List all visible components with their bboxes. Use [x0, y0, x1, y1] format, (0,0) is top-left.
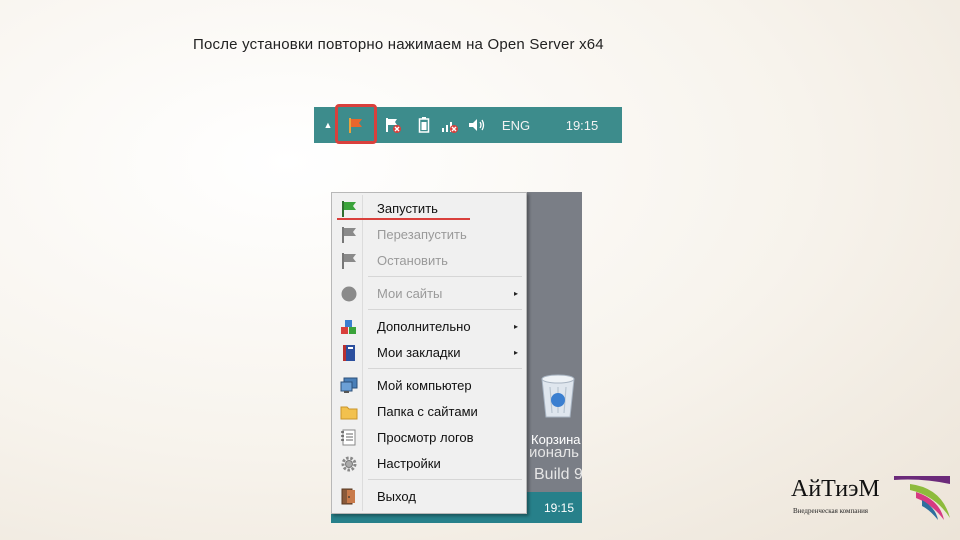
submenu-arrow-icon: ▸	[513, 288, 518, 298]
context-menu-screenshot: иональ Корзина Build 9 19:15 Запустить П…	[331, 192, 582, 523]
menu-item-label: Выход	[377, 488, 416, 504]
build-text: Build 9	[534, 466, 582, 483]
battery-icon[interactable]	[415, 107, 433, 143]
submenu-arrow-icon: ▸	[513, 321, 518, 331]
menu-item-my-computer[interactable]: Мой компьютер	[334, 373, 524, 397]
menu-item-label: Дополнительно	[377, 318, 471, 334]
menu-item-my-sites[interactable]: Мои сайты ▸	[334, 281, 524, 305]
menu-item-settings[interactable]: Настройки	[334, 451, 524, 475]
clock[interactable]: 19:15	[562, 107, 602, 143]
gear-icon	[341, 456, 357, 472]
menu-item-label: Остановить	[377, 252, 448, 268]
logo-mark-icon	[894, 476, 950, 520]
menu-item-label: Запустить	[377, 200, 438, 216]
menu-item-label: Перезапустить	[377, 226, 467, 242]
slide-title: После установки повторно нажимаем на Ope…	[193, 36, 604, 53]
book-icon	[343, 345, 355, 361]
language-indicator[interactable]: ENG	[499, 107, 533, 143]
green-flag-icon	[342, 201, 356, 217]
menu-separator	[368, 479, 522, 480]
menu-item-bookmarks[interactable]: Мои закладки ▸	[334, 340, 524, 364]
computer-icon	[340, 377, 358, 393]
highlight-box	[335, 104, 377, 144]
menu-item-view-logs[interactable]: Просмотр логов	[334, 425, 524, 449]
screenshot-clock: 19:15	[544, 501, 575, 515]
tray-arrow-icon[interactable]: ▲	[322, 107, 334, 143]
menu-item-label: Мой компьютер	[377, 377, 472, 393]
network-x-icon[interactable]	[439, 107, 461, 143]
grey-flag-icon	[342, 227, 356, 243]
menu-item-sites-folder[interactable]: Папка с сайтами	[334, 399, 524, 423]
logo-name: АйТиэМ	[791, 476, 880, 502]
menu-item-label: Просмотр логов	[377, 429, 474, 445]
menu-item-exit[interactable]: Выход	[334, 484, 524, 508]
grey-flag-icon	[342, 253, 356, 269]
recycle-bin-icon[interactable]	[536, 369, 580, 419]
menu-item-label: Мои закладки	[377, 344, 461, 360]
menu-separator	[368, 309, 522, 310]
blocks-icon	[341, 320, 356, 334]
highlight-underline	[337, 218, 470, 220]
volume-icon[interactable]	[466, 107, 488, 143]
menu-item-stop[interactable]: Остановить	[334, 248, 524, 272]
flag-x-icon[interactable]	[382, 107, 404, 143]
menu-separator	[368, 276, 522, 277]
menu-item-advanced[interactable]: Дополнительно ▸	[334, 314, 524, 338]
log-icon	[341, 429, 356, 446]
exit-door-icon	[341, 488, 355, 505]
menu-item-restart[interactable]: Перезапустить	[334, 222, 524, 246]
folder-icon	[340, 406, 358, 420]
menu-item-label: Настройки	[377, 455, 441, 471]
menu-item-label: Мои сайты	[377, 285, 443, 301]
openserver-menu: Запустить Перезапустить Остановить Мои с…	[331, 192, 527, 514]
submenu-arrow-icon: ▸	[513, 347, 518, 357]
menu-separator	[368, 368, 522, 369]
recycle-bin-label: Корзина	[531, 432, 581, 447]
circle-icon	[341, 286, 357, 302]
menu-item-label: Папка с сайтами	[377, 403, 478, 419]
logo-tagline: Внедренческая компания	[793, 507, 869, 515]
menu-item-start[interactable]: Запустить	[334, 196, 524, 220]
